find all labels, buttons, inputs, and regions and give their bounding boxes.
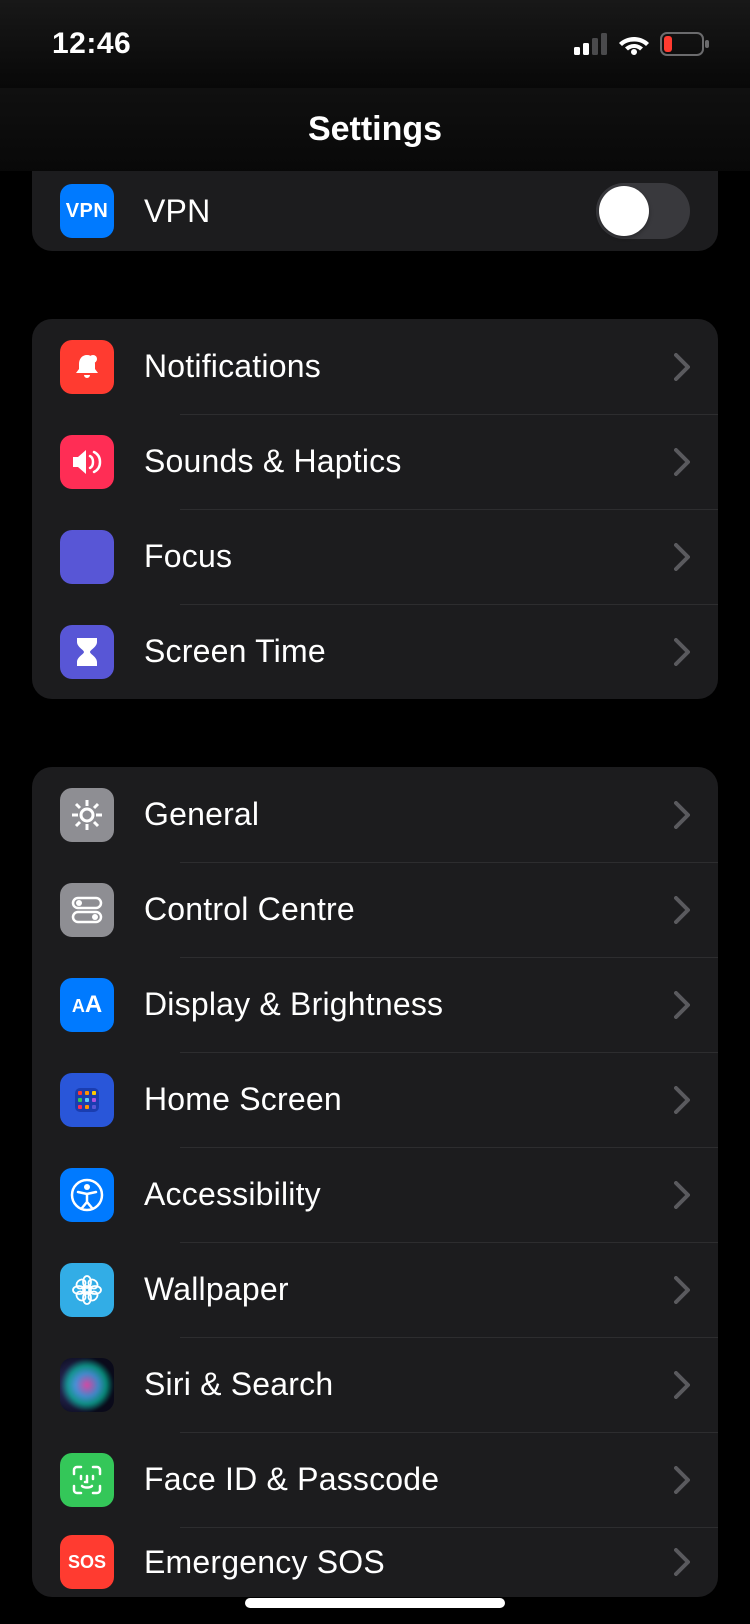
row-screen-time[interactable]: Screen Time bbox=[32, 604, 718, 699]
row-label: General bbox=[144, 796, 674, 833]
gear-icon bbox=[60, 788, 114, 842]
row-label: Face ID & Passcode bbox=[144, 1461, 674, 1498]
row-notifications[interactable]: Notifications bbox=[32, 319, 718, 414]
settings-group-connectivity: VPN VPN bbox=[32, 171, 718, 251]
moon-icon bbox=[60, 530, 114, 584]
row-label: Home Screen bbox=[144, 1081, 674, 1118]
vpn-icon: VPN bbox=[60, 184, 114, 238]
row-label: Notifications bbox=[144, 348, 674, 385]
accessibility-icon bbox=[60, 1168, 114, 1222]
status-icons bbox=[574, 32, 710, 56]
row-label: Display & Brightness bbox=[144, 986, 674, 1023]
row-label: Screen Time bbox=[144, 633, 674, 670]
chevron-right-icon bbox=[674, 896, 690, 924]
row-label: VPN bbox=[144, 193, 596, 230]
row-label: Sounds & Haptics bbox=[144, 443, 674, 480]
settings-group-general: General Control Centre AA Display & Brig… bbox=[32, 767, 718, 1597]
chevron-right-icon bbox=[674, 1371, 690, 1399]
chevron-right-icon bbox=[674, 353, 690, 381]
sos-icon: SOS bbox=[60, 1535, 114, 1589]
row-label: Siri & Search bbox=[144, 1366, 674, 1403]
chevron-right-icon bbox=[674, 1181, 690, 1209]
row-display-brightness[interactable]: AA Display & Brightness bbox=[32, 957, 718, 1052]
row-label: Focus bbox=[144, 538, 674, 575]
app-grid-icon bbox=[60, 1073, 114, 1127]
row-siri-search[interactable]: Siri & Search bbox=[32, 1337, 718, 1432]
vpn-toggle[interactable] bbox=[596, 183, 690, 239]
chevron-right-icon bbox=[674, 1086, 690, 1114]
row-general[interactable]: General bbox=[32, 767, 718, 862]
status-bar: 12:46 bbox=[0, 0, 750, 88]
toggle-knob bbox=[599, 186, 649, 236]
toggles-icon bbox=[60, 883, 114, 937]
speaker-icon bbox=[60, 435, 114, 489]
hourglass-icon bbox=[60, 625, 114, 679]
row-sounds-haptics[interactable]: Sounds & Haptics bbox=[32, 414, 718, 509]
row-vpn[interactable]: VPN VPN bbox=[32, 171, 718, 251]
chevron-right-icon bbox=[674, 638, 690, 666]
row-accessibility[interactable]: Accessibility bbox=[32, 1147, 718, 1242]
row-control-centre[interactable]: Control Centre bbox=[32, 862, 718, 957]
siri-icon bbox=[60, 1358, 114, 1412]
faceid-icon bbox=[60, 1453, 114, 1507]
row-home-screen[interactable]: Home Screen bbox=[32, 1052, 718, 1147]
nav-bar: Settings bbox=[0, 88, 750, 171]
text-size-icon: AA bbox=[60, 978, 114, 1032]
chevron-right-icon bbox=[674, 1276, 690, 1304]
flower-icon bbox=[60, 1263, 114, 1317]
row-label: Wallpaper bbox=[144, 1271, 674, 1308]
chevron-right-icon bbox=[674, 543, 690, 571]
chevron-right-icon bbox=[674, 1466, 690, 1494]
row-emergency-sos[interactable]: SOS Emergency SOS bbox=[32, 1527, 718, 1597]
chevron-right-icon bbox=[674, 1548, 690, 1576]
bell-icon bbox=[60, 340, 114, 394]
row-label: Control Centre bbox=[144, 891, 674, 928]
row-focus[interactable]: Focus bbox=[32, 509, 718, 604]
settings-group-notifications: Notifications Sounds & Haptics Focus Scr… bbox=[32, 319, 718, 699]
row-label: Accessibility bbox=[144, 1176, 674, 1213]
row-wallpaper[interactable]: Wallpaper bbox=[32, 1242, 718, 1337]
cellular-icon bbox=[574, 33, 608, 55]
chevron-right-icon bbox=[674, 448, 690, 476]
row-label: Emergency SOS bbox=[144, 1544, 674, 1581]
status-time: 12:46 bbox=[52, 27, 131, 61]
battery-low-icon bbox=[660, 32, 710, 56]
home-indicator[interactable] bbox=[245, 1598, 505, 1608]
row-faceid-passcode[interactable]: Face ID & Passcode bbox=[32, 1432, 718, 1527]
wifi-icon bbox=[618, 33, 650, 55]
page-title: Settings bbox=[308, 110, 442, 149]
chevron-right-icon bbox=[674, 991, 690, 1019]
chevron-right-icon bbox=[674, 801, 690, 829]
